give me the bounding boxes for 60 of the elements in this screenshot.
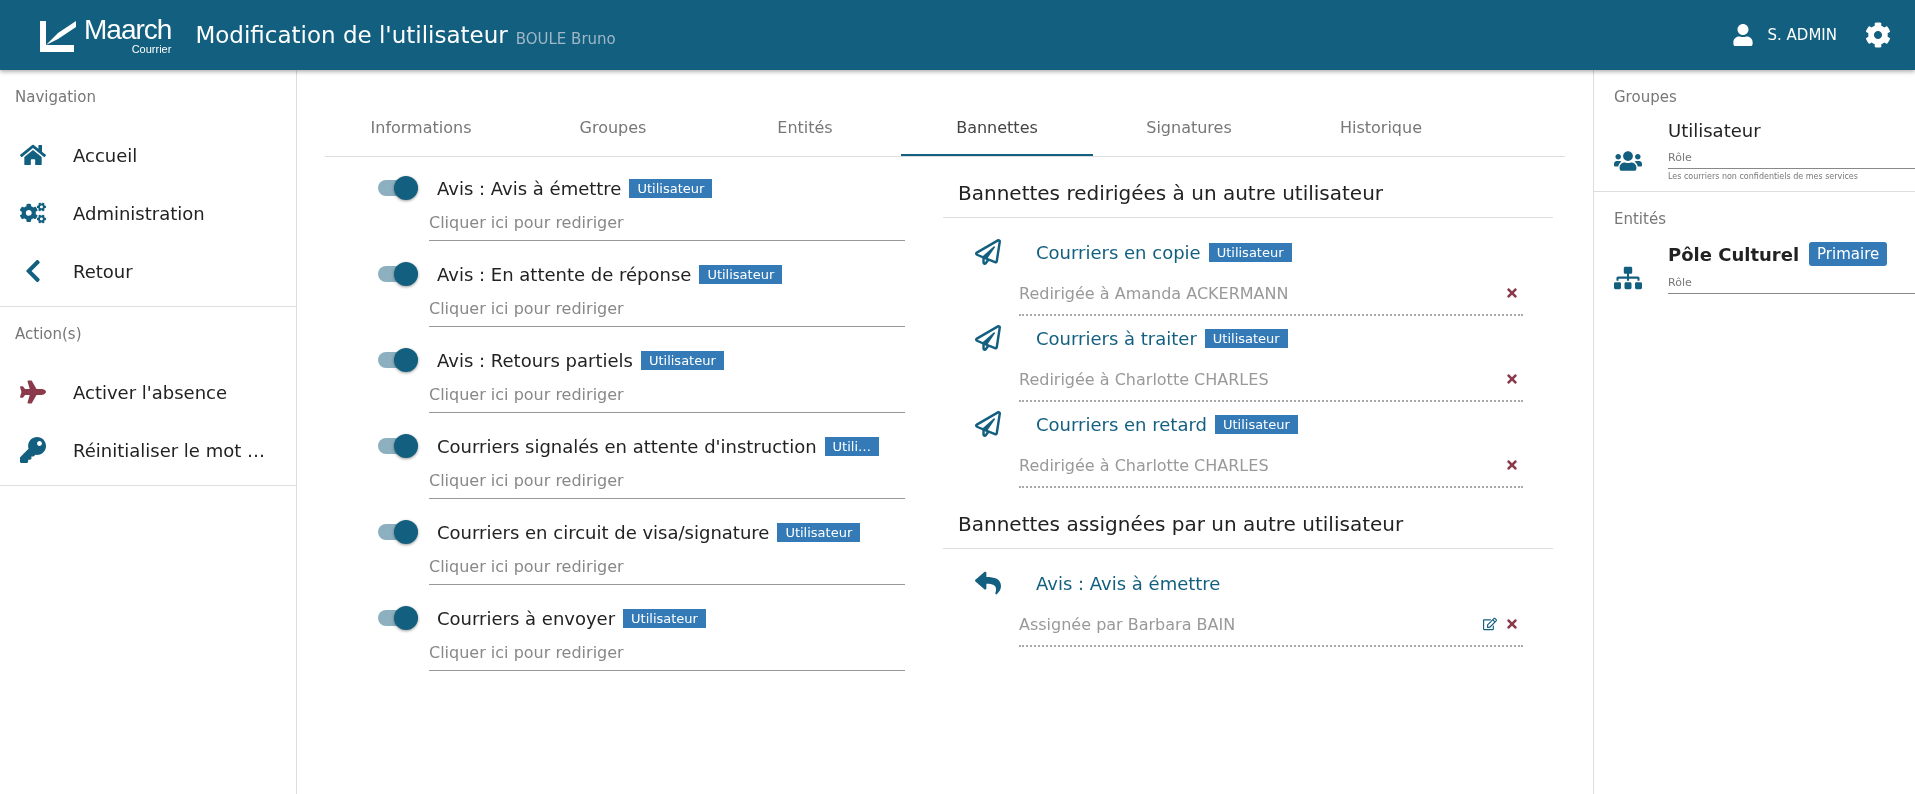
sidebar-item[interactable]: Activer l'absence	[0, 363, 296, 421]
basket-label: Courriers à envoyer	[437, 607, 616, 629]
entity-name: Pôle Culturel	[1668, 243, 1800, 265]
tab[interactable]: Informations	[325, 100, 517, 156]
panel-heading: Entités	[1613, 209, 1667, 230]
basket-label: Avis : Retours partiels	[437, 349, 633, 371]
group-tag: Utilisateur	[699, 264, 783, 284]
gears-icon	[20, 200, 46, 226]
redirect-text: Assignée par Barbara BAIN	[1019, 614, 1237, 634]
redirect-text: Redirigée à Charlotte CHARLES	[1019, 369, 1270, 389]
sitemap-icon	[1614, 264, 1642, 292]
plane-icon	[20, 379, 46, 405]
basket-label: Courriers en copie	[1036, 241, 1201, 263]
basket-label: Courriers en retard	[1036, 413, 1207, 435]
tab[interactable]: Groupes	[517, 100, 709, 156]
sidebar-item[interactable]: Accueil	[0, 126, 296, 184]
basket-label: Courriers à traiter	[1036, 327, 1197, 349]
basket-label: Avis : Avis à émettre	[1036, 572, 1221, 594]
logo-name: Maarch	[84, 15, 172, 44]
paper-plane-icon	[975, 325, 1001, 351]
user-icon[interactable]	[1731, 24, 1754, 46]
key-icon	[20, 437, 46, 463]
page-title: Modification de l'utilisateur	[195, 22, 508, 48]
section-heading: Bannettes redirigées à un autre utilisateur	[943, 181, 1553, 218]
group-tag: Utili…	[824, 436, 879, 456]
tab[interactable]: Bannettes	[901, 100, 1093, 156]
field-hint: Les courriers non confidentiels de mes services	[1668, 172, 1859, 181]
paper-plane-icon	[975, 411, 1001, 437]
user-name[interactable]: S. ADMIN	[1767, 26, 1837, 44]
redirect-text: Redirigée à Amanda ACKERMANN	[1019, 283, 1290, 303]
basket-label: Avis : Avis à émettre	[437, 177, 622, 199]
logo-subtitle: Courrier	[131, 43, 172, 55]
panel-heading: Groupes	[1613, 87, 1678, 108]
primary-tag: Primaire	[1809, 242, 1888, 266]
group-tag: Utilisateur	[1208, 242, 1292, 262]
sidebar-item[interactable]: Réinitialiser le mot …	[0, 421, 296, 479]
tab[interactable]: Entités	[709, 100, 901, 156]
user-subtitle: BOULE Bruno	[515, 30, 616, 48]
tab[interactable]: Historique	[1285, 100, 1477, 156]
group-tag: Utilisateur	[1204, 328, 1288, 348]
sidebar-heading: Action(s)	[14, 324, 83, 345]
home-icon	[20, 142, 46, 168]
group-tag: Utilisateur	[1214, 414, 1298, 434]
group-tag: Utilisateur	[777, 522, 861, 542]
sidebar-heading: Navigation	[14, 87, 97, 108]
basket-label: Avis : En attente de réponse	[437, 263, 692, 285]
basket-label: Courriers signalés en attente d'instruction	[437, 435, 817, 457]
paper-plane-icon	[975, 239, 1001, 265]
section-heading: Bannettes assignées par un autre utilisateur	[943, 512, 1553, 549]
sidebar-item[interactable]: Retour	[0, 242, 296, 300]
redirect-text: Redirigée à Charlotte CHARLES	[1019, 455, 1270, 475]
group-tag: Utilisateur	[629, 178, 713, 198]
group-tag: Utilisateur	[623, 608, 706, 628]
group-name: Utilisateur	[1668, 120, 1762, 141]
tab[interactable]: Signatures	[1093, 100, 1285, 156]
sidebar-item[interactable]: Administration	[0, 184, 296, 242]
reply-arrow-icon	[975, 570, 1001, 596]
settings-icon[interactable]	[1865, 22, 1891, 48]
basket-label: Courriers en circuit de visa/signature	[437, 521, 770, 543]
group-tag: Utilisateur	[640, 350, 724, 370]
